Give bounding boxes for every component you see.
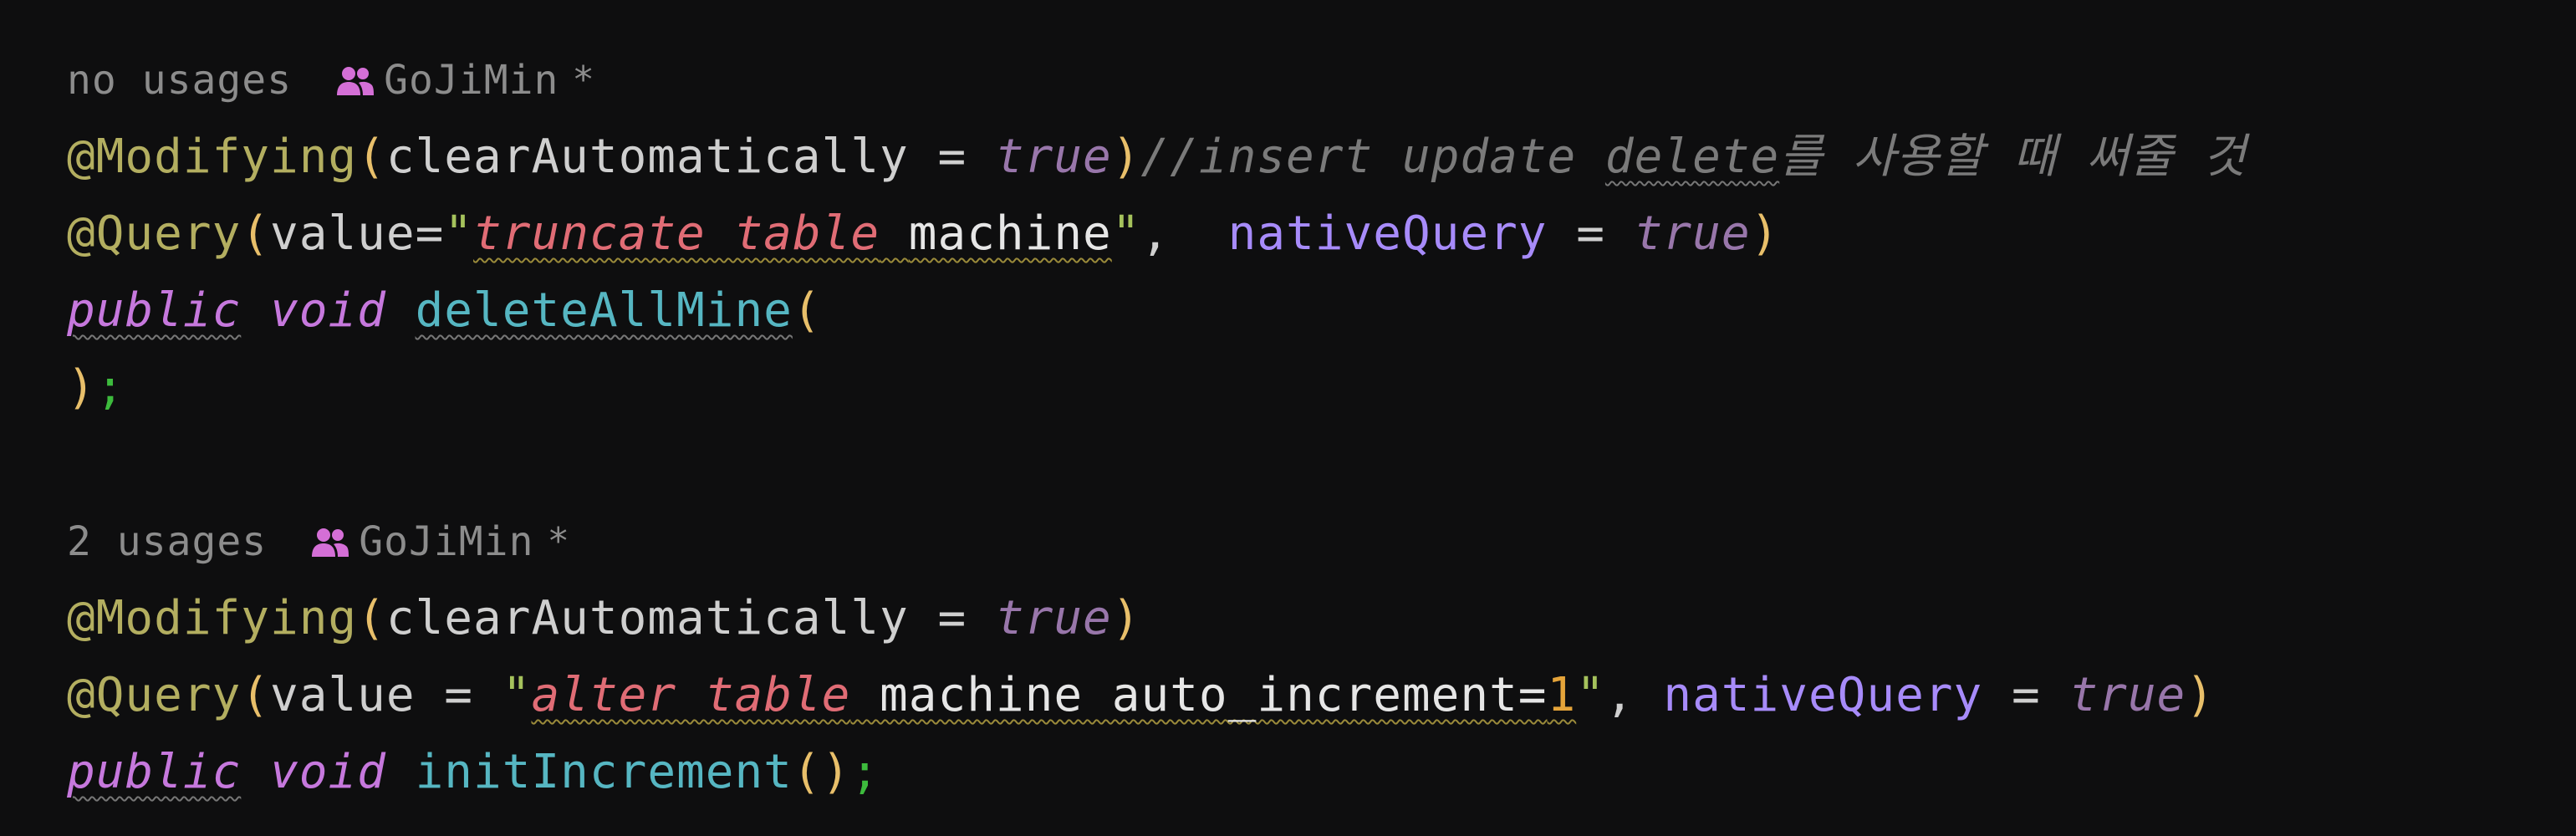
paren-close: ) — [1111, 591, 1141, 645]
method-name: deleteAllMine — [415, 283, 793, 338]
paren-close: ) — [67, 360, 96, 415]
paren-close: ) — [1750, 206, 1780, 261]
annotation-name: @Modifying — [67, 130, 358, 184]
code-line[interactable]: @Query(value="truncate table machine", n… — [67, 196, 2576, 273]
code-line[interactable]: @Modifying(clearAutomatically = true) — [67, 580, 2576, 657]
users-icon — [337, 67, 375, 95]
keyword-public: public — [67, 745, 242, 799]
operator: = — [1982, 668, 2070, 722]
hint-star: * — [547, 520, 570, 563]
keyword-void: void — [270, 745, 386, 799]
operator: = — [908, 130, 996, 184]
sql-identifier: machine — [908, 206, 1112, 261]
code-line[interactable]: @Modifying(clearAutomatically = true)//i… — [67, 119, 2576, 196]
operator: = — [908, 591, 996, 645]
comment-text-rest: 를 사용할 때 써줄 것 — [1779, 130, 2247, 184]
number-literal: 1 — [1547, 668, 1577, 722]
semicolon: ; — [95, 360, 125, 415]
hint-star: * — [572, 59, 595, 101]
string-quote: " — [1576, 668, 1605, 722]
inlay-hint-usages[interactable]: 2 usages GoJiMin * — [67, 503, 2576, 580]
comment-typo-word: delete — [1604, 130, 1780, 184]
annotation-name: @Modifying — [67, 591, 358, 645]
operator: = — [415, 206, 445, 261]
param-name: value — [270, 206, 416, 261]
paren-open: ( — [357, 130, 386, 184]
sql-identifier: machine auto_increment= — [850, 668, 1548, 722]
comma: , — [1604, 668, 1664, 722]
string-quote: " — [1111, 206, 1141, 261]
paren-open: ( — [241, 206, 271, 261]
boolean-literal: true — [2069, 668, 2186, 722]
string-quote: " — [444, 206, 474, 261]
usages-count[interactable]: 2 usages — [67, 503, 267, 580]
boolean-literal: true — [1634, 206, 1751, 261]
paren-close: ) — [821, 745, 851, 799]
paren-open: ( — [241, 668, 271, 722]
comma: , — [1140, 206, 1228, 261]
author-name[interactable]: GoJiMin — [384, 42, 559, 119]
param-name: clearAutomatically — [385, 591, 909, 645]
inlay-hint-usages[interactable]: no usages GoJiMin * — [67, 42, 2576, 119]
paren-open: ( — [792, 283, 822, 338]
sql-space — [880, 206, 909, 261]
named-param: nativeQuery — [1227, 206, 1548, 261]
semicolon: ; — [850, 745, 880, 799]
blank-line[interactable] — [67, 426, 2576, 503]
boolean-literal: true — [995, 130, 1112, 184]
comment-text: //insert update — [1140, 130, 1605, 184]
paren-open: ( — [357, 591, 386, 645]
param-name: clearAutomatically — [385, 130, 909, 184]
param-name: value — [270, 668, 416, 722]
paren-close: ) — [2186, 668, 2215, 722]
sql-keyword: truncate table — [473, 206, 880, 261]
author-name[interactable]: GoJiMin — [359, 503, 533, 580]
annotation-name: @Query — [67, 206, 242, 261]
paren-close: ) — [1111, 130, 1141, 184]
operator: = — [1547, 206, 1635, 261]
code-line[interactable]: public void initIncrement(); — [67, 734, 2576, 811]
code-line[interactable]: ); — [67, 349, 2576, 426]
annotation-name: @Query — [67, 668, 242, 722]
usages-count[interactable]: no usages — [67, 42, 292, 119]
code-editor[interactable]: no usages GoJiMin * @Modifying(clearAuto… — [0, 0, 2576, 836]
method-name: initIncrement — [415, 745, 793, 799]
code-line[interactable]: @Query(value = "alter table machine auto… — [67, 657, 2576, 734]
named-param: nativeQuery — [1663, 668, 1983, 722]
paren-open: ( — [792, 745, 822, 799]
string-quote: " — [502, 668, 532, 722]
keyword-public: public — [67, 283, 242, 338]
sql-keyword: alter table — [531, 668, 851, 722]
code-line[interactable]: public void deleteAllMine( — [67, 273, 2576, 349]
users-icon — [312, 528, 349, 557]
boolean-literal: true — [995, 591, 1112, 645]
operator: = — [415, 668, 502, 722]
keyword-void: void — [270, 283, 386, 338]
